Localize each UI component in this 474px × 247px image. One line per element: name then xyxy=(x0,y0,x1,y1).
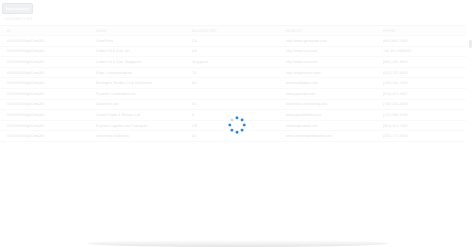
cell-id: 0010000000gKDmAAG xyxy=(7,134,45,139)
cell-id: 0010000000gKDmAAG xyxy=(7,123,45,128)
cell-name: Dickenson plc xyxy=(96,102,119,107)
column-header-phone[interactable]: PHONE xyxy=(383,29,463,33)
cell-name: Pyramid Construction Inc. xyxy=(96,91,138,96)
cell-phone: (503) 421-7800 xyxy=(383,123,408,128)
cell-website: www.pyramid.com xyxy=(286,91,316,96)
cell-phone: (336) 222-7000 xyxy=(383,81,408,86)
cell-website: www.universityofarizona.com xyxy=(286,134,333,139)
cell-id: 0010000000gKDmAAG xyxy=(7,81,45,86)
cell-website: http://www.genepoint.com xyxy=(286,38,328,43)
cell-id: 0010000000gKDmAAG xyxy=(7,112,45,117)
cell-phone: (650) 450-8810 xyxy=(383,59,408,64)
cell-billingstate: TX xyxy=(192,70,197,75)
cell-phone: (785) 241-6200 xyxy=(383,102,408,107)
table-row[interactable]: 0010000000gKDmAAG Pyramid Construction In… xyxy=(0,89,466,100)
cell-phone: (312) 596-1000 xyxy=(383,112,408,117)
footer-shadow xyxy=(88,240,388,247)
cell-billingstate: Singapore xyxy=(192,59,209,64)
cell-billingstate: KS xyxy=(192,102,197,107)
scrollbar-thumb[interactable] xyxy=(469,40,472,48)
new-account-button[interactable]: New Account xyxy=(2,3,33,14)
cell-id: 0010000000gKDmAAG xyxy=(7,102,45,107)
cell-billingstate: NC xyxy=(192,81,198,86)
cell-id: 0010000000gKDmAAG xyxy=(7,91,45,96)
cell-billingstate: UK xyxy=(192,49,197,54)
cell-phone: (014) 427-4427 xyxy=(383,91,408,96)
cell-id: 0010000000gKDmAAG xyxy=(7,49,45,54)
cell-name: United Oil & Gas, UK xyxy=(96,49,130,54)
cell-name: University of Arizona xyxy=(96,134,129,139)
cell-name: Edge Communications xyxy=(96,70,133,75)
cell-phone: (512) 757-6000 xyxy=(383,70,408,75)
cell-name: Burlington Textiles Corp of America xyxy=(96,81,152,86)
cell-id: 0010000000gKDmAAG xyxy=(7,70,45,75)
cell-phone: (650) 867-3450 xyxy=(383,38,408,43)
cell-name: GenePoint xyxy=(96,38,113,43)
cell-website: www.burlington.com xyxy=(286,81,319,86)
cell-name: Express Logistics and Transport xyxy=(96,123,148,128)
table-header: ID NAME BILLINGSTATE WEBSITE PHONE xyxy=(0,25,466,36)
cell-website: http://edgecomm.com xyxy=(286,70,321,75)
column-header-name[interactable]: NAME xyxy=(96,29,186,33)
loading-spinner-icon xyxy=(228,116,246,134)
cell-website: www.expressl&t.net xyxy=(286,123,318,128)
section-label: ACCOUNT LIST xyxy=(5,17,33,21)
cell-phone: +44 191 4956203 xyxy=(383,49,412,54)
cell-id: 0010000000gKDmAAG xyxy=(7,59,45,64)
cell-phone: (520) 773-9050 xyxy=(383,134,408,139)
column-header-id[interactable]: ID xyxy=(7,29,87,33)
cell-website: http://www.uos.com xyxy=(286,59,318,64)
table-row[interactable]: 0010000000gKDmAAG Burlington Textiles Cor… xyxy=(0,78,466,89)
table-row[interactable]: 0010000000gKDmAAG Edge Communications TX ht… xyxy=(0,68,466,79)
column-header-billingstate[interactable]: BILLINGSTATE xyxy=(192,29,252,33)
table-row[interactable]: 0010000000gKDmAAG United Oil & Gas, UK UK h… xyxy=(0,47,466,58)
cell-name: United Oil & Gas, Singapore xyxy=(96,59,142,64)
cell-name: Grand Hotels & Resorts Ltd xyxy=(96,112,140,117)
cell-website: http://www.uos.com xyxy=(286,49,318,54)
cell-website: www.grandhotels.com xyxy=(286,112,322,117)
cell-billingstate: AZ xyxy=(192,134,197,139)
column-header-website[interactable]: WEBSITE xyxy=(286,29,374,33)
table-row[interactable]: 0010000000gKDmAAG GenePoint CA http://www.g… xyxy=(0,36,466,47)
table-row[interactable]: 0010000000gKDmAAG United Oil & Gas, Singa… xyxy=(0,57,466,68)
cell-id: 0010000000gKDmAAG xyxy=(7,38,45,43)
cell-website: dickenson-consulting.com xyxy=(286,102,328,107)
table-row[interactable]: 0010000000gKDmAAG Dickenson plc KS dickenso… xyxy=(0,100,466,111)
cell-billingstate: CA xyxy=(192,38,197,43)
